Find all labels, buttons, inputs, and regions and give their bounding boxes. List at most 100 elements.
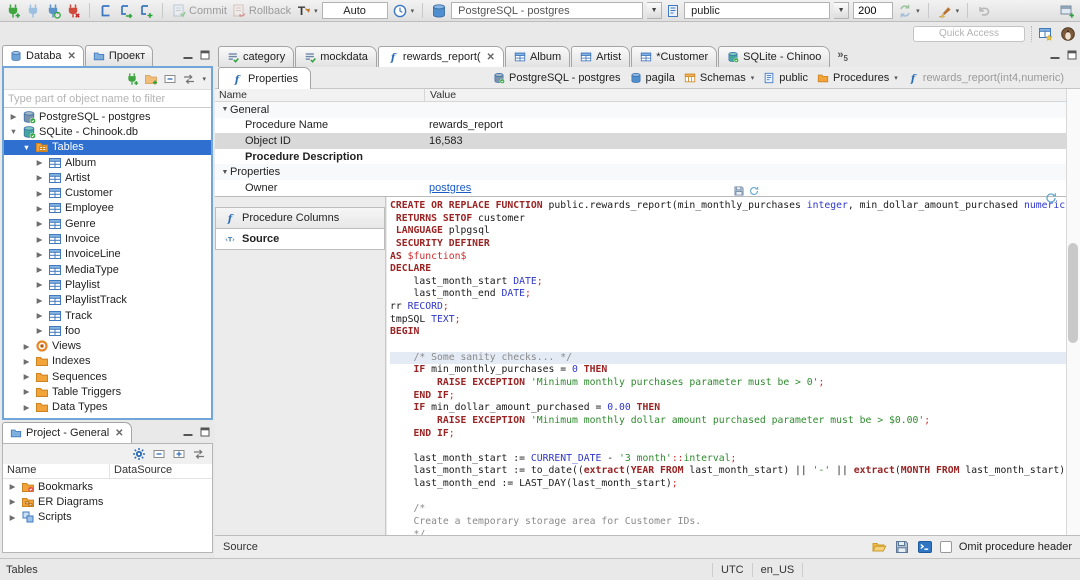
link-with-editor-icon[interactable] — [192, 447, 206, 461]
perspective-table-icon[interactable] — [1038, 26, 1054, 42]
tree-collapsed-arrow-icon[interactable]: ▶ — [21, 403, 32, 412]
refresh-floating-button[interactable] — [1044, 191, 1058, 205]
tree-item-invoiceline[interactable]: ▶ InvoiceLine — [4, 247, 211, 262]
editor-tab-artist[interactable]: Artist — [571, 46, 631, 67]
maximize-icon[interactable] — [199, 426, 211, 438]
breadcrumb-schemas[interactable]: Schemas ▾ — [684, 72, 754, 84]
source-page-tab[interactable]: Source — [223, 541, 258, 553]
tree-item-genre[interactable]: ▶ Genre — [4, 216, 211, 231]
revert-icon[interactable] — [748, 185, 760, 197]
column-name[interactable]: Name — [3, 464, 109, 478]
property-row-properties[interactable]: ▼ Properties — [215, 164, 1066, 180]
project-item-bookmarks[interactable]: ▶ Bookmarks — [3, 479, 212, 494]
tree-item-views[interactable]: ▶ Views — [4, 338, 211, 353]
subtab-source[interactable]: ‹T› Source — [215, 228, 385, 250]
tree-item-track[interactable]: ▶ Track — [4, 308, 211, 323]
tree-collapsed-arrow-icon[interactable]: ▶ — [34, 189, 45, 198]
property-row-object-id[interactable]: Object ID 16,583 — [215, 133, 1066, 149]
quick-access-input[interactable]: Quick Access — [913, 25, 1025, 42]
minimize-icon[interactable] — [182, 426, 194, 438]
property-row-owner[interactable]: Owner postgres — [215, 180, 1066, 196]
subtab-procedure-columns[interactable]: f Procedure Columns — [215, 207, 385, 229]
fetch-size-input[interactable] — [853, 2, 894, 19]
tree-item-mediatype[interactable]: ▶ MediaType — [4, 262, 211, 277]
connect-icon[interactable] — [125, 72, 139, 86]
tree-collapsed-arrow-icon[interactable]: ▶ — [8, 112, 19, 121]
tree-item-invoice[interactable]: ▶ Invoice — [4, 231, 211, 246]
omit-procedure-header-checkbox[interactable] — [939, 541, 952, 553]
connection-combo-arrow[interactable]: ▼ — [647, 2, 663, 19]
chevron-down-icon[interactable]: ▾ — [894, 74, 898, 82]
chevron-down-icon[interactable]: ▾ — [751, 74, 755, 82]
tree-item-tables[interactable]: ▼ Tables — [4, 139, 211, 155]
tree-collapsed-arrow-icon[interactable]: ▶ — [34, 265, 45, 274]
property-row-procedure-description[interactable]: Procedure Description — [215, 149, 1066, 165]
tree-item-sequences[interactable]: ▶ Sequences — [4, 369, 211, 384]
tree-collapsed-arrow-icon[interactable]: ▶ — [34, 311, 45, 320]
auto-commit-combo[interactable]: Auto — [321, 2, 388, 19]
status-timezone[interactable]: UTC — [721, 564, 744, 576]
tree-collapsed-arrow-icon[interactable]: ▶ — [34, 219, 45, 228]
close-icon[interactable]: ✕ — [487, 52, 495, 63]
status-locale[interactable]: en_US — [761, 564, 795, 576]
tab-properties[interactable]: f Properties — [218, 67, 312, 89]
undo-icon[interactable] — [976, 3, 992, 19]
tree-item-table-triggers[interactable]: ▶ Table Triggers — [4, 384, 211, 399]
column-name[interactable]: Name — [215, 89, 424, 101]
tree-collapsed-arrow-icon[interactable]: ▶ — [7, 497, 18, 506]
tree-collapsed-arrow-icon[interactable]: ▶ — [7, 482, 18, 491]
tab-project-general[interactable]: Project - General ✕ — [2, 422, 132, 443]
editor-tab-rewards-report[interactable]: f rewards_report(✕ — [377, 46, 504, 67]
editor-tab-sqlite-chinoo[interactable]: SQLite - Chinoo — [718, 46, 831, 67]
tree-item-artist[interactable]: ▶ Artist — [4, 170, 211, 185]
breadcrumb-procedures[interactable]: Procedures ▾ — [817, 72, 898, 84]
property-row-procedure-name[interactable]: Procedure Name rewards_report — [215, 118, 1066, 134]
disconnect-icon[interactable] — [65, 3, 81, 19]
new-sql-editor-icon[interactable] — [138, 3, 154, 19]
breadcrumb-rewards-report-int4-numeric[interactable]: f rewards_report(int4,numeric) — [907, 72, 1064, 84]
object-filter-input[interactable] — [4, 90, 211, 107]
open-sql-script-icon[interactable] — [118, 3, 134, 19]
schema-combo-arrow[interactable]: ▼ — [834, 2, 850, 19]
commit-button[interactable]: Commit — [171, 3, 227, 19]
more-tabs-indicator[interactable]: »5 — [837, 49, 848, 63]
view-menu-icon[interactable]: ▾ — [202, 75, 206, 83]
editor-tab-album[interactable]: Album — [504, 46, 571, 67]
tree-collapsed-arrow-icon[interactable]: ▶ — [34, 173, 45, 182]
close-icon[interactable]: ✕ — [115, 428, 123, 439]
reconnect-icon[interactable] — [45, 3, 61, 19]
tree-item-customer[interactable]: ▶ Customer — [4, 185, 211, 200]
tree-collapsed-arrow-icon[interactable]: ▶ — [34, 250, 45, 259]
tree-collapsed-arrow-icon[interactable]: ▶ — [34, 235, 45, 244]
breadcrumb-public[interactable]: public — [763, 72, 808, 84]
new-connection-folder-icon[interactable] — [144, 72, 158, 86]
maximize-icon[interactable] — [199, 49, 211, 61]
perspective-dbeaver-icon[interactable] — [1060, 26, 1076, 42]
source-code-viewer[interactable]: CREATE OR REPLACE FUNCTION public.reward… — [387, 197, 1066, 535]
format-button[interactable]: ▾ — [937, 3, 959, 19]
tab-project[interactable]: Проект — [84, 45, 154, 66]
tree-item-foo[interactable]: ▶ foo — [4, 323, 211, 338]
tree-item-playlisttrack[interactable]: ▶ PlaylistTrack — [4, 293, 211, 308]
tree-collapsed-arrow-icon[interactable]: ▶ — [34, 296, 45, 305]
collapse-all-icon[interactable] — [152, 447, 166, 461]
tree-collapsed-arrow-icon[interactable]: ▶ — [34, 158, 45, 167]
refresh-button[interactable]: ▾ — [897, 3, 920, 19]
tree-collapsed-arrow-icon[interactable]: ▶ — [34, 326, 45, 335]
connection-combo[interactable]: PostgreSQL - postgres — [451, 2, 644, 19]
tab-database-navigator[interactable]: Databa ✕ — [2, 45, 84, 66]
tree-item-playlist[interactable]: ▶ Playlist — [4, 277, 211, 292]
tree-item-sqlite-chinook-db[interactable]: ▼ SQLite - Chinook.db — [4, 124, 211, 139]
owner-link[interactable]: postgres — [429, 182, 471, 194]
plug-icon[interactable] — [25, 3, 41, 19]
breadcrumb-postgresql-postgres[interactable]: PostgreSQL - postgres — [493, 72, 621, 84]
project-item-scripts[interactable]: ▶ Scripts — [3, 510, 212, 525]
project-item-er-diagrams[interactable]: ▶ ER Diagrams — [3, 494, 212, 509]
transaction-log-button[interactable]: ▾ — [392, 3, 414, 19]
tree-expanded-arrow-icon[interactable]: ▼ — [21, 143, 32, 152]
schema-combo[interactable]: public — [684, 2, 831, 19]
save-to-file-icon[interactable] — [894, 539, 910, 555]
expand-all-icon[interactable] — [172, 447, 186, 461]
tree-collapsed-arrow-icon[interactable]: ▶ — [34, 280, 45, 289]
tree-collapsed-arrow-icon[interactable]: ▶ — [21, 342, 32, 351]
